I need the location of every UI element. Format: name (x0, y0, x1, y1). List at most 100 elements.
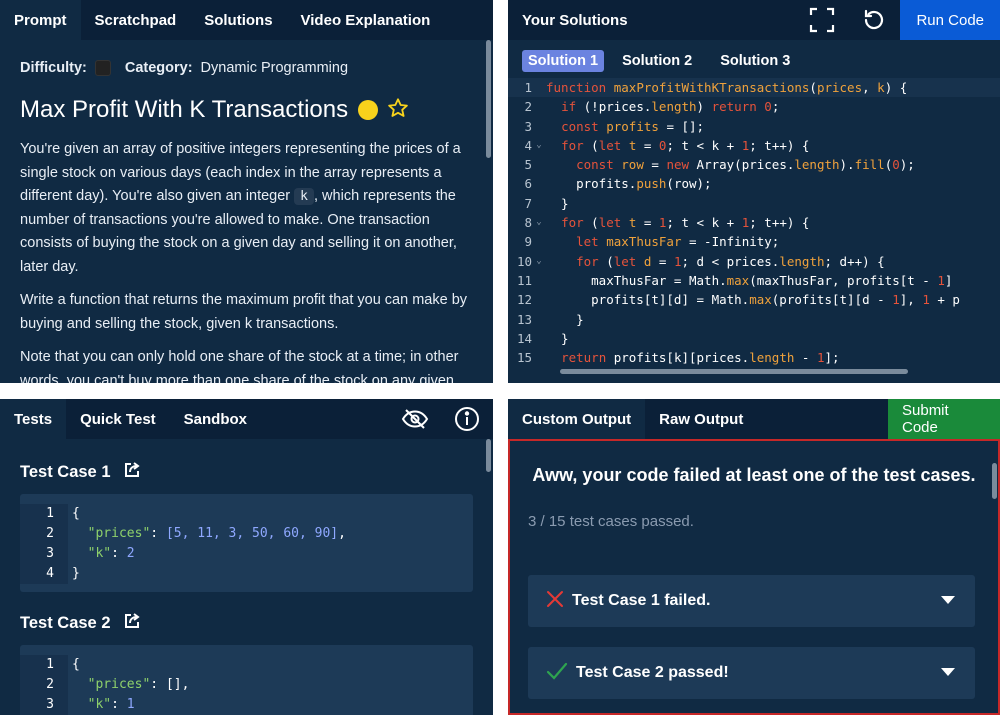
code-line: 7 } (508, 194, 1000, 213)
line-number: 2 (524, 99, 532, 115)
completion-dot-icon (358, 100, 379, 120)
reset-icon[interactable] (848, 0, 900, 40)
tests-tabbar: Tests Quick Test Sandbox (0, 399, 493, 439)
fullscreen-icon[interactable] (796, 0, 848, 40)
check-icon (546, 662, 568, 685)
code-line-text: } (546, 330, 569, 346)
tab-solution-1[interactable]: Solution 1 (522, 50, 605, 72)
tab-solution-2[interactable]: Solution 2 (616, 50, 698, 72)
line-number: 10 (516, 253, 532, 269)
code-line-text: return profits[k][prices.length - 1]; (561, 350, 840, 366)
passed-count: 3 / 15 test cases passed. (528, 513, 694, 530)
code-line-text: profits[t][d] = Math.max(profits[t][d - … (546, 292, 960, 308)
line-number: 4 (46, 566, 54, 581)
result-test-case-2[interactable]: Test Case 2 passed! (528, 647, 975, 699)
chevron-down-icon[interactable] (941, 596, 955, 604)
code-line: 10 ⌄ for (let d = 1; d < prices.length; d… (508, 252, 1000, 271)
line-number: 11 (516, 272, 532, 288)
eye-slash-icon[interactable] (389, 399, 441, 439)
tab-raw-output[interactable]: Raw Output (645, 399, 757, 439)
submit-code-button[interactable]: Submit Code (888, 399, 1000, 439)
code-line: 3 const profits = []; (508, 117, 1000, 136)
prices-value: [5, 11, 3, 50, 60, 90] (165, 526, 339, 541)
code-line-text: } (546, 195, 569, 211)
tab-your-solutions[interactable]: Your Solutions (508, 0, 642, 40)
tabbar-spacer (261, 399, 389, 439)
description-paragraph-3: Note that you can only hold one share of… (20, 349, 459, 383)
code-line-text: } (546, 311, 584, 327)
code-line-text: for (let t = 1; t < k + 1; t++) { (561, 215, 810, 231)
code-line-text: function maxProfitWithKTransactions(pric… (546, 80, 908, 95)
tab-custom-output[interactable]: Custom Output (508, 399, 646, 439)
tabbar-spacer (642, 0, 797, 40)
info-icon[interactable] (441, 399, 493, 439)
tests-panel: Tests Quick Test Sandbox Test Case 1 1 2… (0, 399, 493, 715)
failure-message: Aww, your code failed at least one of th… (532, 465, 976, 485)
chevron-down-icon[interactable] (941, 668, 955, 676)
k-value: 1 (126, 697, 135, 712)
prompt-panel: Prompt Scratchpad Solutions Video Explan… (0, 0, 493, 383)
line-number: 6 (524, 176, 532, 192)
line-number: 9 (524, 234, 532, 250)
tab-tests[interactable]: Tests (0, 399, 67, 439)
code-line-text: if (!prices.length) return 0; (561, 99, 780, 115)
line-number: 15 (516, 350, 532, 366)
result-label: Test Case 2 passed! (576, 664, 729, 681)
tab-prompt[interactable]: Prompt (0, 0, 81, 40)
tests-body: Test Case 1 1 2 3 4 { "prices": [5, 11, … (0, 439, 493, 715)
line-number: 4 (524, 137, 532, 153)
tab-video-explanation[interactable]: Video Explanation (287, 0, 445, 40)
output-tabbar: Custom Output Raw Output Submit Code (508, 399, 1000, 439)
description-paragraph-2: Write a function that returns the maximu… (20, 292, 468, 332)
test-case-2-input[interactable]: 1 2 3 4 { "prices": [], "k": 1 } (20, 645, 473, 715)
tab-scratchpad[interactable]: Scratchpad (81, 0, 191, 40)
run-code-button[interactable]: Run Code (900, 0, 1000, 40)
share-icon[interactable] (123, 612, 141, 635)
code-line: 2 if (!prices.length) return 0; (508, 97, 1000, 116)
json-gutter: 1 2 3 4 (20, 655, 68, 715)
line-number: 1 (524, 80, 532, 95)
line-number: 1 (46, 506, 54, 521)
code-line-text: profits.push(row); (546, 176, 712, 192)
line-number: 12 (516, 292, 532, 308)
code-line: 6 profits.push(row); (508, 174, 1000, 193)
tab-solutions[interactable]: Solutions (190, 0, 286, 40)
output-panel: Custom Output Raw Output Submit Code Aww… (508, 399, 1000, 715)
code-editor[interactable]: 1 function maxProfitWithKTransactions(pri… (508, 78, 1000, 374)
tab-sandbox[interactable]: Sandbox (170, 399, 261, 439)
share-icon[interactable] (123, 461, 141, 484)
fold-icon[interactable]: ⌄ (532, 136, 546, 155)
line-number: 8 (524, 215, 532, 231)
tab-solution-3[interactable]: Solution 3 (714, 50, 796, 72)
json-lines: { "prices": [], "k": 1 } (72, 657, 190, 712)
star-outline-icon[interactable] (387, 97, 409, 123)
prompt-scrollbar[interactable] (486, 40, 491, 158)
prompt-tabbar: Prompt Scratchpad Solutions Video Explan… (0, 0, 493, 40)
difficulty-label: Difficulty: (20, 60, 87, 76)
code-line: 8 ⌄ for (let t = 1; t < k + 1; t++) { (508, 213, 1000, 232)
code-line: 12 profits[t][d] = Math.max(profits[t][d… (508, 290, 1000, 309)
tests-scrollbar[interactable] (486, 439, 491, 472)
output-scrollbar[interactable] (992, 463, 997, 499)
result-test-case-1[interactable]: Test Case 1 failed. (528, 575, 975, 627)
code-line-text: let maxThusFar = -Infinity; (576, 234, 780, 250)
fold-icon[interactable]: ⌄ (532, 252, 546, 271)
code-line: 1 function maxProfitWithKTransactions(pri… (508, 78, 1000, 98)
json-lines: { "prices": [5, 11, 3, 50, 60, 90], "k":… (72, 506, 346, 581)
test-case-1-title-row: Test Case 1 (20, 461, 473, 484)
code-horizontal-scrollbar[interactable] (560, 369, 908, 374)
fold-icon[interactable]: ⌄ (532, 213, 546, 232)
code-line: 4 ⌄ for (let t = 0; t < k + 1; t++) { (508, 136, 1000, 155)
json-gutter: 1 2 3 4 (20, 504, 68, 584)
test-case-1-input[interactable]: 1 2 3 4 { "prices": [5, 11, 3, 50, 60, 9… (20, 494, 473, 592)
fold-icon[interactable] (532, 78, 546, 97)
code-line-text: for (let t = 0; t < k + 1; t++) { (561, 137, 810, 153)
tab-quick-test[interactable]: Quick Test (66, 399, 170, 439)
line-number: 7 (524, 195, 532, 211)
